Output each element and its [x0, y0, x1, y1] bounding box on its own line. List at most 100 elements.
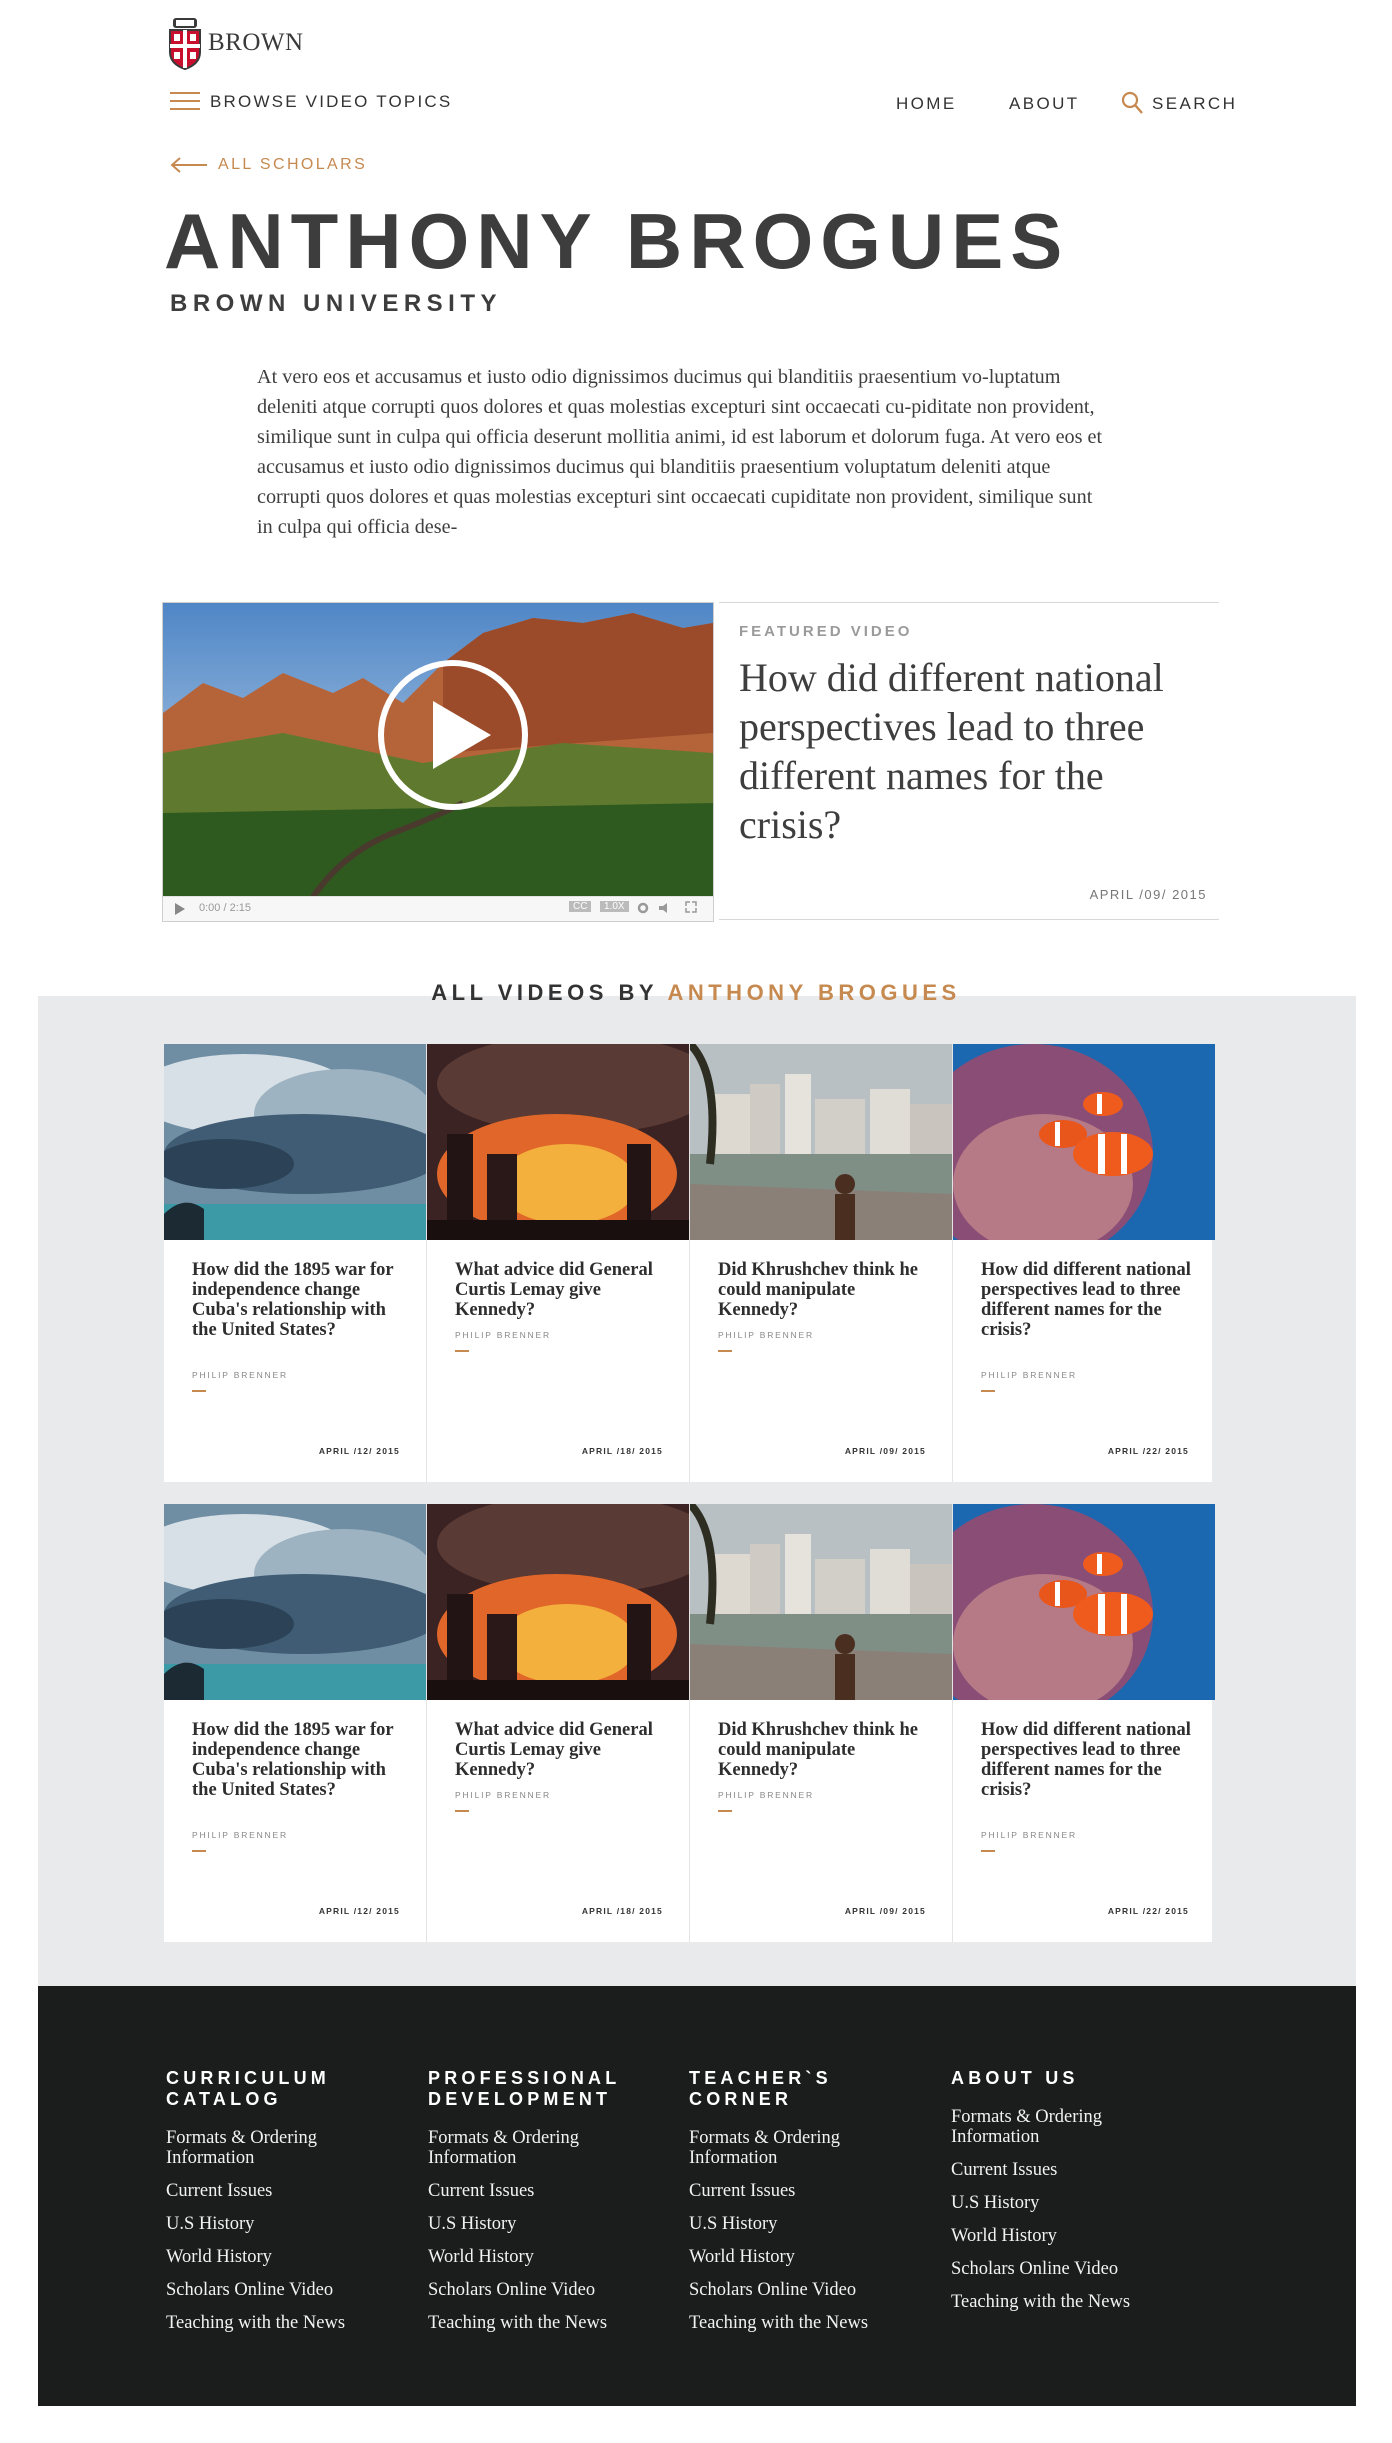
- volume-icon[interactable]: [659, 902, 671, 914]
- featured-video-info[interactable]: FEATURED VIDEO How did different nationa…: [719, 602, 1219, 920]
- video-date: APRIL /22/ 2015: [1107, 1906, 1189, 1916]
- footer-column-about: ABOUT US Formats & Ordering Information Cu…: [951, 2068, 1191, 2325]
- video-author: PHILIP BRENNER: [192, 1370, 288, 1380]
- footer-column-teachers: TEACHER`S CORNER Formats & Ordering Infor…: [689, 2068, 929, 2346]
- all-scholars-label: ALL SCHOLARS: [218, 156, 368, 173]
- scholar-bio: At vero eos et accusamus et iusto odio d…: [257, 366, 1103, 538]
- video-title[interactable]: How did different national perspectives …: [981, 1720, 1191, 1800]
- footer-link[interactable]: U.S History: [689, 2214, 929, 2234]
- featured-video-title[interactable]: How did different national perspectives …: [739, 653, 1199, 849]
- storm-sea-image: [164, 1044, 426, 1240]
- all-scholars-link[interactable]: ALL SCHOLARS: [170, 156, 367, 174]
- video-thumbnail[interactable]: [427, 1044, 689, 1240]
- video-date: APRIL /12/ 2015: [318, 1446, 400, 1456]
- factory-fire-image: [427, 1044, 689, 1240]
- video-date: APRIL /09/ 2015: [844, 1906, 926, 1916]
- browse-label: BROWSE VIDEO TOPICS: [210, 92, 453, 111]
- footer-link[interactable]: Teaching with the News: [689, 2313, 929, 2333]
- video-thumbnail[interactable]: [690, 1504, 952, 1700]
- settings-gear-icon[interactable]: [637, 902, 649, 914]
- footer-link[interactable]: Current Issues: [951, 2160, 1191, 2180]
- video-thumbnail[interactable]: [690, 1044, 952, 1240]
- storm-sea-image: [164, 1504, 426, 1700]
- video-card[interactable]: How did the 1895 war for independence ch…: [164, 1504, 427, 1942]
- footer-link[interactable]: Scholars Online Video: [166, 2280, 406, 2300]
- video-thumbnail[interactable]: [164, 1044, 426, 1240]
- video-author: PHILIP BRENNER: [718, 1330, 814, 1340]
- browse-video-topics-menu[interactable]: BROWSE VIDEO TOPICS: [170, 92, 452, 112]
- footer-link[interactable]: Formats & Ordering Information: [166, 2128, 406, 2168]
- footer-link[interactable]: Current Issues: [166, 2181, 406, 2201]
- video-card[interactable]: Did Khrushchev think he could manipulate…: [690, 1044, 953, 1482]
- video-card[interactable]: What advice did General Curtis Lemay giv…: [427, 1504, 690, 1942]
- logo-text: BROWN: [208, 29, 304, 56]
- video-card[interactable]: How did different national perspectives …: [953, 1504, 1215, 1942]
- accent-divider: [981, 1850, 995, 1852]
- footer-link[interactable]: World History: [951, 2226, 1191, 2246]
- footer-link[interactable]: Scholars Online Video: [689, 2280, 929, 2300]
- accent-divider: [192, 1850, 206, 1852]
- video-date: APRIL /18/ 2015: [581, 1446, 663, 1456]
- video-grid-row: How did the 1895 war for independence ch…: [164, 1044, 1215, 1482]
- footer-link[interactable]: U.S History: [428, 2214, 668, 2234]
- captions-button[interactable]: CC: [569, 901, 592, 912]
- hamburger-icon: [170, 92, 200, 112]
- video-thumbnail[interactable]: [427, 1504, 689, 1700]
- footer-link[interactable]: U.S History: [951, 2193, 1191, 2213]
- footer-link[interactable]: World History: [428, 2247, 668, 2267]
- nav-home[interactable]: HOME: [896, 94, 957, 114]
- video-author: PHILIP BRENNER: [718, 1790, 814, 1800]
- video-thumbnail[interactable]: [164, 1504, 426, 1700]
- footer-link[interactable]: Scholars Online Video: [428, 2280, 668, 2300]
- footer-link[interactable]: Teaching with the News: [166, 2313, 406, 2333]
- video-time: 0:00 / 2:15: [199, 902, 251, 914]
- video-author: PHILIP BRENNER: [981, 1370, 1077, 1380]
- site-footer: CURRICULUM CATALOG Formats & Ordering Inf…: [38, 1986, 1356, 2406]
- footer-link[interactable]: Scholars Online Video: [951, 2259, 1191, 2279]
- footer-link[interactable]: Current Issues: [428, 2181, 668, 2201]
- featured-video-label: FEATURED VIDEO: [739, 623, 913, 640]
- video-title[interactable]: What advice did General Curtis Lemay giv…: [455, 1720, 665, 1780]
- footer-column-professional: PROFESSIONAL DEVELOPMENT Formats & Orderi…: [428, 2068, 668, 2346]
- heading-scholar-name: ANTHONY BROGUES: [667, 980, 961, 1005]
- video-title[interactable]: Did Khrushchev think he could manipulate…: [718, 1260, 928, 1320]
- river-city-image: [690, 1504, 952, 1700]
- footer-link[interactable]: U.S History: [166, 2214, 406, 2234]
- video-title[interactable]: How did the 1895 war for independence ch…: [192, 1260, 402, 1340]
- footer-link[interactable]: Formats & Ordering Information: [951, 2107, 1191, 2147]
- fullscreen-icon[interactable]: [685, 901, 697, 913]
- video-grid-row: How did the 1895 war for independence ch…: [164, 1504, 1215, 1942]
- search-icon[interactable]: [1120, 90, 1144, 116]
- footer-link[interactable]: Current Issues: [689, 2181, 929, 2201]
- footer-heading: PROFESSIONAL DEVELOPMENT: [428, 2068, 621, 2109]
- speed-button[interactable]: 1.0X: [600, 901, 629, 912]
- video-date: APRIL /12/ 2015: [318, 1906, 400, 1916]
- scholar-name: ANTHONY BROGUES: [164, 197, 1070, 285]
- video-card[interactable]: How did the 1895 war for independence ch…: [164, 1044, 427, 1482]
- video-card[interactable]: How did different national perspectives …: [953, 1044, 1215, 1482]
- river-city-image: [690, 1044, 952, 1240]
- play-icon[interactable]: [175, 903, 185, 915]
- video-thumbnail[interactable]: [953, 1504, 1215, 1700]
- nav-search[interactable]: SEARCH: [1152, 94, 1237, 114]
- video-title[interactable]: What advice did General Curtis Lemay giv…: [455, 1260, 665, 1320]
- footer-link[interactable]: Teaching with the News: [951, 2292, 1191, 2312]
- nav-about[interactable]: ABOUT: [1009, 94, 1080, 114]
- footer-link[interactable]: Formats & Ordering Information: [428, 2128, 668, 2168]
- accent-divider: [981, 1390, 995, 1392]
- footer-link[interactable]: Formats & Ordering Information: [689, 2128, 929, 2168]
- video-thumbnail[interactable]: [953, 1044, 1215, 1240]
- brown-logo[interactable]: BROWN: [168, 16, 304, 70]
- video-title[interactable]: How did different national perspectives …: [981, 1260, 1191, 1340]
- footer-link[interactable]: Teaching with the News: [428, 2313, 668, 2333]
- video-title[interactable]: Did Khrushchev think he could manipulate…: [718, 1720, 928, 1780]
- featured-video-player[interactable]: 0:00 / 2:15 CC 1.0X: [162, 602, 714, 922]
- footer-heading: CURRICULUM CATALOG: [166, 2068, 330, 2109]
- video-card[interactable]: Did Khrushchev think he could manipulate…: [690, 1504, 953, 1942]
- footer-link[interactable]: World History: [166, 2247, 406, 2267]
- footer-link[interactable]: World History: [689, 2247, 929, 2267]
- video-card[interactable]: What advice did General Curtis Lemay giv…: [427, 1044, 690, 1482]
- video-title[interactable]: How did the 1895 war for independence ch…: [192, 1720, 402, 1800]
- video-author: PHILIP BRENNER: [192, 1830, 288, 1840]
- video-controls-bar: 0:00 / 2:15 CC 1.0X: [163, 896, 713, 921]
